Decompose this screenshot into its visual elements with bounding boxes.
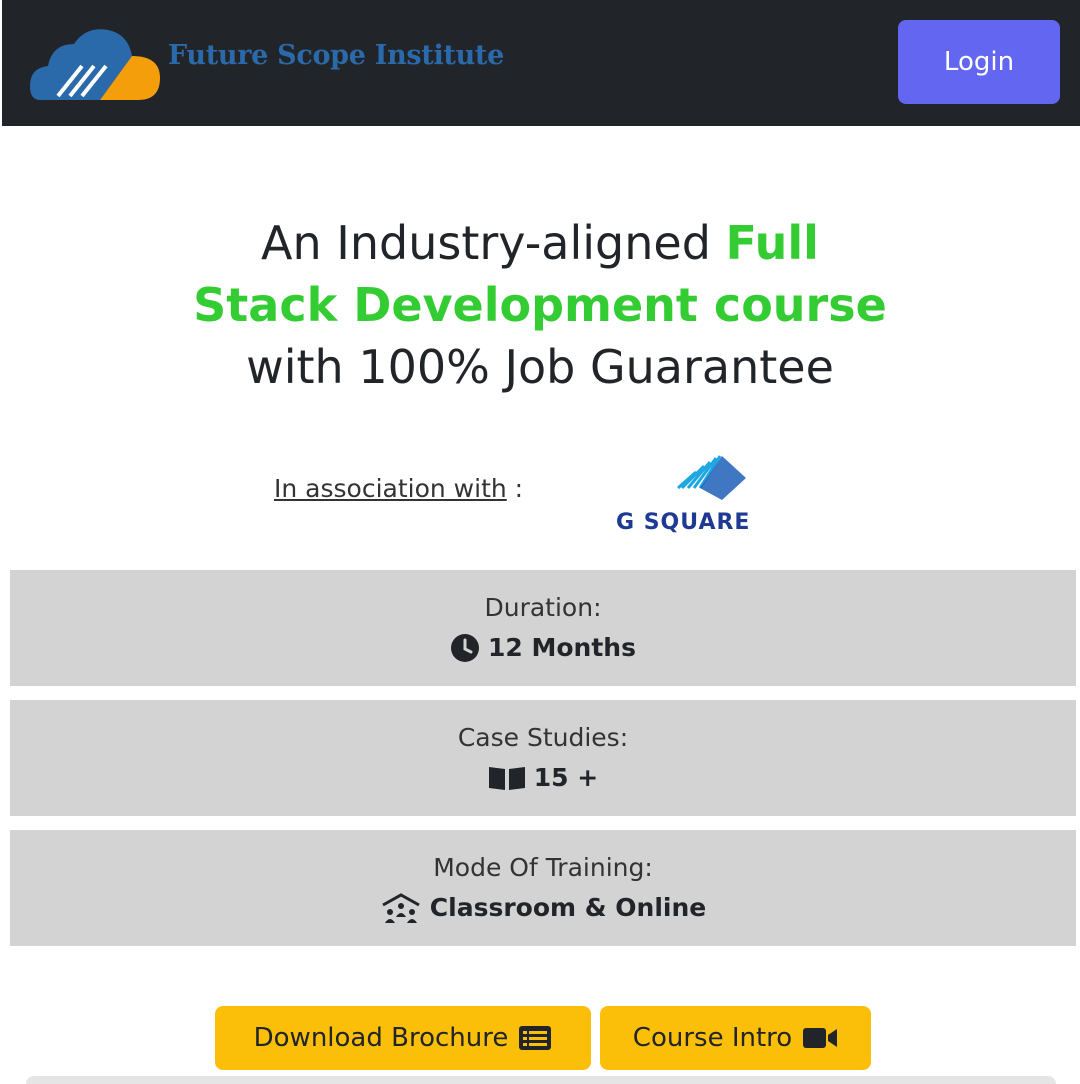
course-intro-label: Course Intro <box>632 1023 793 1053</box>
association-separator: : <box>506 474 524 503</box>
video-camera-icon <box>803 1028 838 1048</box>
headline-text: An Industry-aligned <box>261 216 726 270</box>
association-link[interactable]: In association with <box>274 474 507 503</box>
partner-name: G SQUARE <box>616 510 751 535</box>
clock-icon <box>451 634 479 662</box>
brand-name: Future Scope Institute <box>168 39 504 71</box>
mode-of-training-label: Mode Of Training: <box>433 853 653 882</box>
duration-value-row: 12 Months <box>10 632 1076 664</box>
headline-text: with 100% Job Guarantee <box>246 340 834 394</box>
download-brochure-label: Download Brochure <box>253 1023 509 1053</box>
case-studies-value-row: 15 + <box>10 762 1076 794</box>
top-navbar: Future Scope Institute Login <box>2 0 1080 126</box>
case-studies-value: 15 + <box>533 763 599 792</box>
headline-highlight: Stack Development course <box>193 278 887 332</box>
headline-highlight: Full <box>725 216 819 270</box>
login-button[interactable]: Login <box>898 20 1060 104</box>
duration-value: 12 Months <box>488 633 636 662</box>
duration-label: Duration: <box>484 593 602 622</box>
duration-box: Duration: 12 Months <box>10 570 1076 686</box>
download-brochure-button[interactable]: Download Brochure <box>215 1006 591 1070</box>
mode-of-training-box: Mode Of Training: Classroom & Online <box>10 830 1076 946</box>
list-card-icon <box>519 1026 552 1050</box>
brand-logo[interactable]: Future Scope Institute <box>30 20 504 100</box>
cloud-logo-icon <box>30 29 160 100</box>
partner-logo: G SQUARE <box>612 448 812 538</box>
mode-of-training-value: Classroom & Online <box>429 893 707 922</box>
chalkboard-teacher-icon <box>382 893 420 923</box>
hero-headline: An Industry-aligned Full Stack Developme… <box>0 212 1080 398</box>
g-square-logo-icon <box>677 455 746 500</box>
course-intro-button[interactable]: Course Intro <box>600 1006 871 1070</box>
case-studies-box: Case Studies: 15 + <box>10 700 1076 816</box>
mode-of-training-value-row: Classroom & Online <box>10 892 1076 924</box>
case-studies-label: Case Studies: <box>457 723 629 752</box>
next-section-edge <box>26 1076 1056 1084</box>
book-open-icon <box>488 767 525 790</box>
association-label: In association with : <box>274 474 523 503</box>
